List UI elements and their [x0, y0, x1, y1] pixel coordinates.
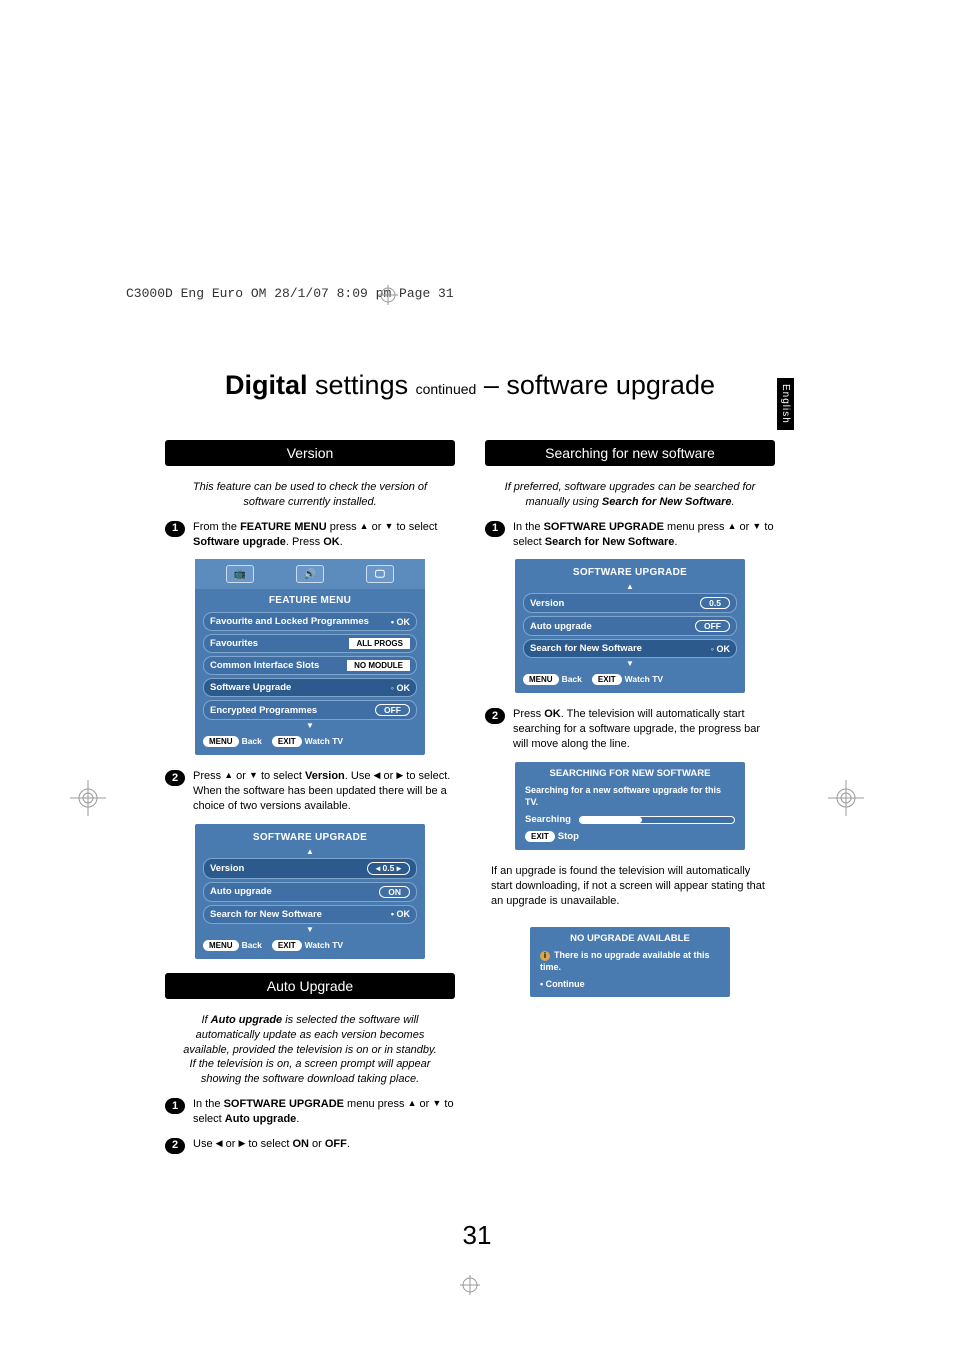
version-step-1: 1 From the FEATURE MENU press ▲ or ▼ to … — [165, 520, 455, 550]
progress-label: Searching — [525, 814, 571, 825]
osd-row: Auto upgradeON — [203, 882, 417, 902]
section-auto-upgrade-header: Auto Upgrade — [165, 973, 455, 999]
menu-icon-1: 📺 — [226, 565, 254, 583]
step-bullet-1: 1 — [165, 1098, 185, 1114]
auto-upgrade-step-1: 1 In the SOFTWARE UPGRADE menu press ▲ o… — [165, 1097, 455, 1127]
osd-software-upgrade-2: SOFTWARE UPGRADE ▲ Version0.5 Auto upgra… — [515, 559, 745, 693]
up-icon: ▲ — [728, 520, 737, 532]
osd-row: Favourite and Locked ProgrammesOK — [203, 612, 417, 631]
step-bullet-2: 2 — [165, 770, 185, 786]
auto-upgrade-intro: If Auto upgrade is selected the software… — [165, 1013, 455, 1087]
osd-no-upgrade: NO UPGRADE AVAILABLE iThere is no upgrad… — [530, 927, 730, 997]
osd-row: Common Interface SlotsNO MODULE — [203, 656, 417, 675]
language-tab: English — [777, 378, 794, 430]
up-icon: ▲ — [360, 520, 369, 532]
page-title: Digital settings continued – software up… — [180, 370, 760, 401]
reg-mark-right — [828, 780, 864, 816]
down-icon: ▼ — [249, 769, 258, 781]
continue-label: Continue — [540, 979, 720, 989]
osd-row: Version0.5 — [523, 593, 737, 613]
osd-message: Searching for a new software upgrade for… — [525, 785, 735, 808]
step-bullet-1: 1 — [485, 521, 505, 537]
version-step-2: 2 Press ▲ or ▼ to select Version. Use ◀ … — [165, 769, 455, 814]
osd-row: Encrypted ProgrammesOFF — [203, 700, 417, 720]
reg-mark-left — [70, 780, 106, 816]
right-column: Searching for new software If preferred,… — [485, 440, 775, 1164]
auto-upgrade-step-2: 2 Use ◀ or ▶ to select ON or OFF. — [165, 1137, 455, 1154]
osd-title: FEATURE MENU — [203, 595, 417, 606]
down-icon: ▼ — [752, 520, 761, 532]
osd-row-selected: Search for New SoftwareOK — [523, 639, 737, 658]
osd-title: NO UPGRADE AVAILABLE — [540, 933, 720, 944]
search-post-text: If an upgrade is found the television wi… — [485, 864, 775, 919]
step-bullet-2: 2 — [165, 1138, 185, 1154]
crop-mark-bottom — [460, 1275, 476, 1291]
osd-title: SOFTWARE UPGRADE — [523, 567, 737, 578]
osd-row: Auto upgradeOFF — [523, 616, 737, 636]
osd-software-upgrade-1: SOFTWARE UPGRADE ▲ Version◂ 0.5 ▸ Auto u… — [195, 824, 425, 959]
search-step-1: 1 In the SOFTWARE UPGRADE menu press ▲ o… — [485, 520, 775, 550]
section-version-header: Version — [165, 440, 455, 466]
osd-title: SEARCHING FOR NEW SOFTWARE — [525, 768, 735, 779]
osd-row: Search for New SoftwareOK — [203, 905, 417, 924]
up-icon: ▲ — [224, 769, 233, 781]
menu-icon-3: 🖵 — [366, 565, 394, 583]
crop-mark-top — [378, 285, 394, 301]
progress-bar — [579, 816, 735, 824]
step-bullet-2: 2 — [485, 708, 505, 724]
osd-row-selected: Version◂ 0.5 ▸ — [203, 858, 417, 879]
section-search-header: Searching for new software — [485, 440, 775, 466]
left-column: Version This feature can be used to chec… — [165, 440, 455, 1164]
left-icon: ◀ — [216, 1137, 223, 1149]
version-intro: This feature can be used to check the ve… — [165, 480, 455, 510]
osd-feature-menu: 📺 🔊 🖵 FEATURE MENU Favourite and Locked … — [195, 559, 425, 755]
osd-title: SOFTWARE UPGRADE — [203, 832, 417, 843]
up-icon: ▲ — [408, 1097, 417, 1109]
info-icon: i — [540, 951, 550, 961]
menu-icon-2: 🔊 — [296, 565, 324, 583]
osd-row-selected: Software UpgradeOK — [203, 678, 417, 697]
content-columns: Version This feature can be used to chec… — [165, 440, 775, 1164]
search-step-2: 2 Press OK. The television will automati… — [485, 707, 775, 752]
osd-row: FavouritesALL PROGS — [203, 634, 417, 653]
page-number: 31 — [0, 1220, 954, 1251]
step-bullet-1: 1 — [165, 521, 185, 537]
print-header: C3000D Eng Euro OM 28/1/07 8:09 pm Page … — [126, 286, 454, 301]
search-intro: If preferred, software upgrades can be s… — [485, 480, 775, 510]
osd-searching: SEARCHING FOR NEW SOFTWARE Searching for… — [515, 762, 745, 850]
down-icon: ▼ — [432, 1097, 441, 1109]
